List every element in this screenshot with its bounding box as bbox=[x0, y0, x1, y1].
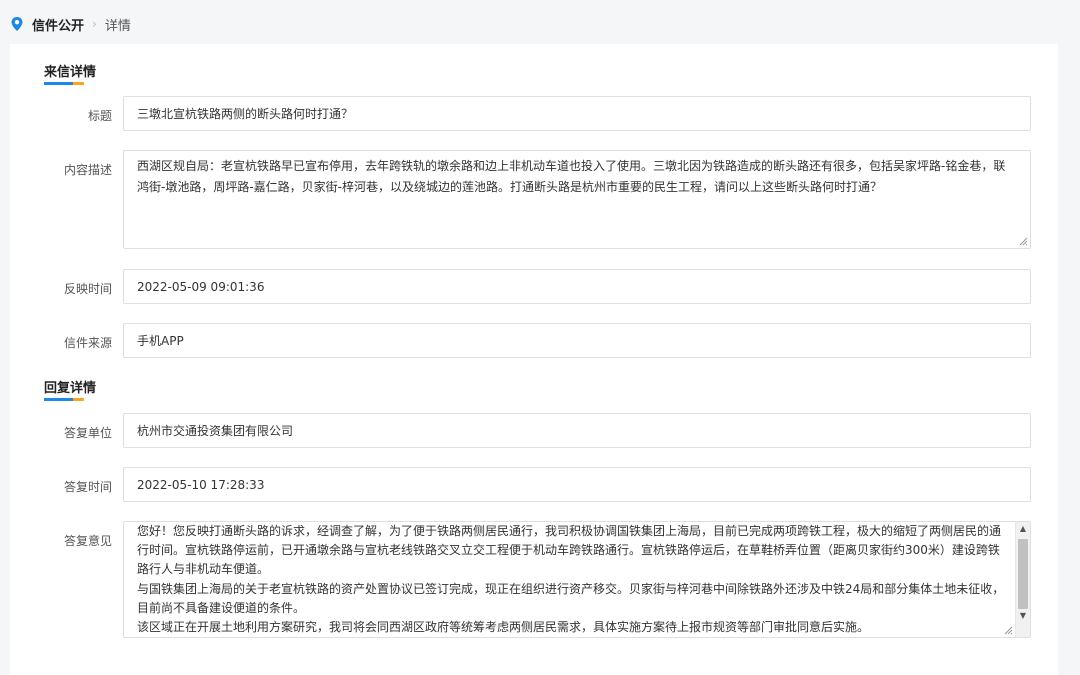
report-time-value: 2022-05-09 09:01:36 bbox=[137, 279, 265, 294]
reply-opinion-paragraph-2: 与国铁集团上海局的关于老宣杭铁路的资产处置协议已签订完成，现正在组织进行资产移交… bbox=[137, 581, 1005, 615]
reply-unit-label: 答复单位 bbox=[63, 426, 112, 440]
scroll-up-arrow-icon[interactable]: ▲ bbox=[1016, 522, 1030, 536]
reply-section-title: 回复详情 bbox=[44, 381, 97, 396]
resize-handle-icon[interactable] bbox=[1018, 236, 1028, 246]
title-label: 标题 bbox=[87, 109, 112, 123]
source-value: 手机APP bbox=[137, 334, 184, 348]
content-label: 内容描述 bbox=[63, 163, 112, 177]
report-time-field[interactable]: 2022-05-09 09:01:36 bbox=[123, 269, 1031, 304]
resize-handle-icon[interactable] bbox=[1003, 625, 1013, 635]
reply-opinion-paragraph-3: 该区域正在开展土地利用方案研究，我司将会同西湖区政府等统筹考虑两侧居民需求，具体… bbox=[137, 620, 870, 635]
reply-time-field[interactable]: 2022-05-10 17:28:33 bbox=[123, 467, 1031, 502]
scroll-down-arrow-icon[interactable]: ▼ bbox=[1016, 609, 1030, 623]
breadcrumb: 信件公开 › 详情 bbox=[10, 12, 131, 36]
content-value: 西湖区规自局：老宣杭铁路早已宣布停用，去年跨铁轨的墩余路和边上非机动车道也投入了… bbox=[137, 159, 1006, 194]
breadcrumb-current: 详情 bbox=[104, 18, 131, 34]
reply-opinion-label: 答复意见 bbox=[63, 534, 112, 548]
reply-opinion-textarea[interactable]: 您好！您反映打通断头路的诉求，经调查了解，为了便于铁路两侧居民通行，我司积极协调… bbox=[123, 521, 1031, 638]
reply-opinion-scrollbar[interactable]: ▲ ▼ bbox=[1015, 522, 1030, 637]
reply-section-underline bbox=[44, 398, 84, 401]
reply-unit-value: 杭州市交通投资集团有限公司 bbox=[137, 424, 294, 438]
title-field[interactable]: 三墩北宣杭铁路两侧的断头路何时打通？ bbox=[123, 96, 1031, 131]
title-value: 三墩北宣杭铁路两侧的断头路何时打通？ bbox=[137, 107, 354, 121]
reply-time-value: 2022-05-10 17:28:33 bbox=[137, 477, 265, 492]
map-pin-icon bbox=[11, 17, 23, 31]
source-label: 信件来源 bbox=[63, 336, 112, 350]
breadcrumb-separator: › bbox=[92, 17, 97, 31]
letter-section-underline bbox=[44, 82, 84, 85]
reply-opinion-paragraph-1: 您好！您反映打通断头路的诉求，经调查了解，为了便于铁路两侧居民通行，我司积极协调… bbox=[137, 524, 1002, 577]
content-textarea[interactable]: 西湖区规自局：老宣杭铁路早已宣布停用，去年跨铁轨的墩余路和边上非机动车道也投入了… bbox=[123, 150, 1031, 249]
scrollbar-thumb[interactable] bbox=[1018, 539, 1028, 609]
reply-time-label: 答复时间 bbox=[63, 480, 112, 494]
breadcrumb-root-link[interactable]: 信件公开 bbox=[32, 15, 84, 34]
letter-section-title: 来信详情 bbox=[44, 65, 97, 80]
detail-panel: 来信详情 标题 三墩北宣杭铁路两侧的断头路何时打通？ 内容描述 西湖区规自局：老… bbox=[10, 44, 1058, 675]
report-time-label: 反映时间 bbox=[63, 282, 112, 296]
reply-unit-field[interactable]: 杭州市交通投资集团有限公司 bbox=[123, 413, 1031, 448]
source-field[interactable]: 手机APP bbox=[123, 323, 1031, 358]
